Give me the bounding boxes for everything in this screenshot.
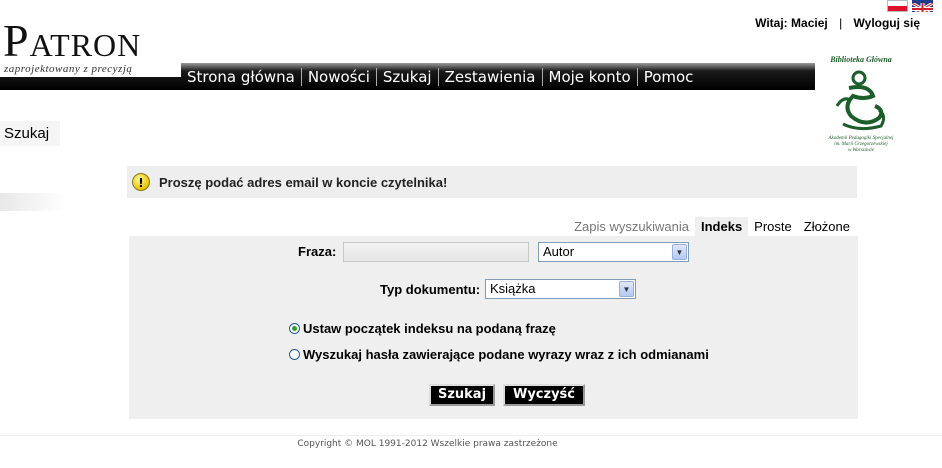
nav-search[interactable]: Szukaj — [377, 68, 439, 86]
message-box: ! Proszę podać adres email w koncie czyt… — [127, 166, 857, 198]
doc-type-label: Typ dokumentu: — [380, 282, 481, 297]
tab-saved-searches[interactable]: Zapis wyszukiwania — [568, 217, 695, 236]
logout-link[interactable]: Wyloguj się — [854, 16, 920, 30]
phrase-input[interactable] — [343, 242, 529, 262]
tab-advanced[interactable]: Złożone — [798, 217, 856, 236]
doc-type-select-value: Książka — [490, 281, 536, 296]
radio-set-index-start[interactable]: Ustaw początek indeksu na podaną frazę — [289, 321, 556, 336]
radio-set-index-start-label: Ustaw początek indeksu na podaną frazę — [303, 321, 556, 336]
sidebar-title: Szukaj — [0, 121, 60, 146]
chevron-down-icon: ▼ — [619, 281, 634, 297]
logo-tagline: zaprojektowany z precyzją — [4, 63, 133, 75]
search-button[interactable]: Szukaj — [429, 384, 495, 406]
field-select-value: Autor — [543, 244, 575, 259]
footer-divider — [0, 435, 942, 436]
library-logo: Biblioteka Główna Akademii Pedagogiki Sp… — [815, 55, 907, 167]
search-tabs: Zapis wyszukiwania Indeks Proste Złożone — [568, 217, 856, 236]
tab-index[interactable]: Indeks — [694, 217, 749, 236]
warning-icon: ! — [132, 173, 150, 191]
flag-gb-icon[interactable] — [912, 0, 933, 12]
nav-news[interactable]: Nowości — [302, 68, 377, 86]
nav-my-account[interactable]: Moje konto — [543, 68, 638, 86]
flag-pl-icon[interactable] — [887, 0, 908, 12]
library-title: Biblioteka Główna — [830, 55, 892, 64]
field-select[interactable]: Autor ▼ — [538, 242, 689, 262]
doc-type-select[interactable]: Książka ▼ — [485, 279, 636, 299]
nav-reports[interactable]: Zestawienia — [439, 68, 543, 86]
main-nav: Strona główna Nowości Szukaj Zestawienia… — [181, 68, 699, 86]
radio-button-checked[interactable] — [289, 323, 300, 334]
message-text: Proszę podać adres email w koncie czytel… — [159, 175, 448, 190]
sidebar-strip — [0, 193, 66, 211]
library-emblem-icon — [835, 70, 886, 131]
library-sub3: w Warszawie — [847, 148, 875, 153]
welcome-prefix: Witaj: — [755, 16, 788, 30]
user-bar: Witaj: Maciej | Wyloguj się — [755, 16, 920, 30]
nav-home[interactable]: Strona główna — [181, 68, 302, 86]
radio-search-inflections-label: Wyszukaj hasła zawierające podane wyrazy… — [303, 347, 709, 362]
user-name: Maciej — [791, 16, 828, 30]
chevron-down-icon: ▼ — [672, 244, 687, 260]
separator: | — [839, 16, 843, 30]
clear-button[interactable]: Wyczyść — [503, 384, 585, 406]
radio-button[interactable] — [289, 349, 300, 360]
patron-logo[interactable]: Patron — [3, 18, 141, 64]
nav-help[interactable]: Pomoc — [638, 68, 700, 86]
radio-search-inflections[interactable]: Wyszukaj hasła zawierające podane wyrazy… — [289, 347, 709, 362]
tab-simple[interactable]: Proste — [748, 217, 798, 236]
phrase-label: Fraza: — [298, 244, 337, 259]
footer-copyright: Copyright © MOL 1991-2012 Wszelkie prawa… — [297, 439, 558, 449]
search-form-panel: Fraza: Autor ▼ Typ dokumentu: Książka ▼ … — [129, 236, 858, 419]
